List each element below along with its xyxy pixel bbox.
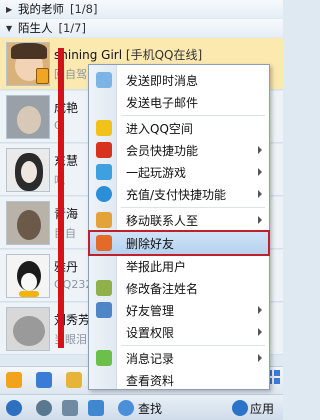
main-toolbar: 查找 应用 (0, 394, 283, 420)
move-contact-icon (96, 212, 112, 228)
apps-icon[interactable] (232, 400, 248, 416)
penguin-icon (96, 142, 112, 158)
search-button[interactable]: 查找 (138, 400, 162, 417)
menu-item-send-email[interactable]: 发送电子邮件 (90, 91, 268, 113)
submenu-arrow-icon (258, 216, 262, 224)
group-label: 我的老师 (18, 2, 64, 16)
menu-item-edit-remark[interactable]: 修改备注姓名 (90, 277, 268, 299)
menu-separator (121, 345, 265, 346)
group-label: 陌生人 (18, 21, 53, 35)
menu-item-vip-functions[interactable]: 会员快捷功能 (90, 139, 268, 161)
security-icon[interactable] (88, 400, 104, 416)
avatar (6, 201, 50, 245)
contact-name: shining Girl (54, 48, 123, 62)
payment-icon (96, 186, 112, 202)
message-manager-icon[interactable] (62, 400, 78, 416)
friend-manage-icon (96, 302, 112, 318)
apps-button[interactable]: 应用 (250, 400, 274, 417)
menu-item-view-profile[interactable]: 查看资料 (90, 369, 268, 391)
main-menu-icon[interactable] (6, 400, 22, 416)
group-my-teachers[interactable]: ▶ 我的老师 [1/8] (0, 0, 283, 18)
menu-item-permissions[interactable]: 设置权限 (90, 321, 268, 343)
submenu-arrow-icon (258, 328, 262, 336)
group-strangers[interactable]: ▼ 陌生人 [1/7] (0, 19, 283, 37)
avatar (6, 307, 50, 351)
group-count: [1/7] (58, 21, 86, 35)
contact-status: [手机QQ在线] (125, 48, 203, 62)
context-menu: 发送即时消息 发送电子邮件 进入QQ空间 会员快捷功能 一起玩游戏 充值/支付快… (88, 64, 270, 390)
penguin-icon[interactable] (36, 372, 52, 388)
chat-bubble-icon (96, 72, 112, 88)
menu-item-friend-manage[interactable]: 好友管理 (90, 299, 268, 321)
menu-item-send-message[interactable]: 发送即时消息 (90, 69, 268, 91)
menu-item-report-user[interactable]: 举报此用户 (90, 255, 268, 277)
delete-friend-icon (96, 235, 112, 251)
star-icon (96, 120, 112, 136)
settings-icon[interactable] (36, 400, 52, 416)
submenu-arrow-icon (258, 146, 262, 154)
menu-item-move-contact[interactable]: 移动联系人至 (90, 209, 268, 231)
menu-item-play-games[interactable]: 一起玩游戏 (90, 161, 268, 183)
annotation-red-line (58, 48, 64, 348)
message-log-icon (96, 350, 112, 366)
submenu-arrow-icon (258, 306, 262, 314)
qq-logo-icon[interactable] (6, 372, 22, 388)
mobile-online-icon (36, 68, 49, 84)
menu-item-qzone[interactable]: 进入QQ空间 (90, 117, 268, 139)
pet-icon[interactable] (66, 372, 82, 388)
edit-name-icon (96, 280, 112, 296)
game-icon (96, 164, 112, 180)
menu-separator (121, 115, 265, 116)
menu-separator (121, 207, 265, 208)
avatar (6, 95, 50, 139)
menu-item-message-log[interactable]: 消息记录 (90, 347, 268, 369)
expanded-arrow-icon: ▼ (6, 23, 13, 33)
avatar (6, 148, 50, 192)
submenu-arrow-icon (258, 190, 262, 198)
search-icon[interactable] (118, 400, 134, 416)
submenu-arrow-icon (258, 168, 262, 176)
collapsed-arrow-icon: ▶ (6, 4, 13, 14)
menu-item-payment[interactable]: 充值/支付快捷功能 (90, 183, 268, 205)
avatar (6, 254, 50, 298)
group-count: [1/8] (70, 2, 98, 16)
menu-item-delete-friend[interactable]: 删除好友 (88, 230, 270, 256)
submenu-arrow-icon (258, 354, 262, 362)
